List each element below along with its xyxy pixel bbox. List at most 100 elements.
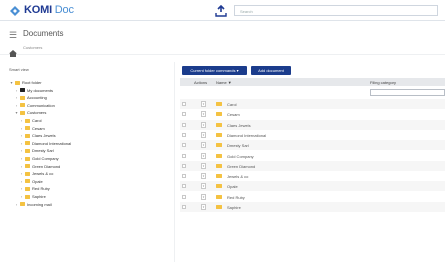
table-row[interactable]: ▾ Gold Company — [180, 150, 445, 161]
expand-icon[interactable]: › — [14, 202, 19, 207]
row-actions-button[interactable]: ▾ — [201, 193, 206, 200]
row-name-link[interactable]: Green Diamond — [227, 164, 255, 169]
row-actions-button[interactable]: ▾ — [201, 162, 206, 169]
row-actions-button[interactable]: ▾ — [201, 121, 206, 128]
row-actions-button[interactable]: ▾ — [201, 204, 206, 210]
tree-item[interactable]: › Red Ruby — [19, 185, 50, 192]
row-actions-button[interactable]: ▾ — [201, 152, 206, 159]
row-name-link[interactable]: Gold Company — [227, 154, 254, 159]
table-row[interactable]: ▾ Green Diamond — [180, 160, 445, 171]
breadcrumb[interactable]: Customers — [23, 45, 42, 50]
table-row[interactable]: ▾ Jewels & co — [180, 171, 445, 182]
row-checkbox[interactable] — [182, 184, 186, 189]
row-actions-button[interactable]: ▾ — [201, 142, 206, 149]
row-checkbox[interactable] — [182, 112, 186, 117]
row-actions-button[interactable]: ▾ — [201, 131, 206, 138]
upload-icon[interactable] — [215, 4, 227, 17]
logo-brand: KOMI — [24, 4, 52, 16]
folder-icon — [20, 202, 25, 207]
table-row[interactable]: ▾ Red Ruby — [180, 191, 445, 202]
expand-icon[interactable]: › — [19, 133, 24, 138]
table-row[interactable]: ▾ Dmesty Sarl — [180, 140, 445, 151]
row-checkbox[interactable] — [182, 143, 186, 148]
expand-icon[interactable]: › — [19, 164, 24, 169]
tree-item[interactable]: › Claes Jewels — [19, 132, 56, 139]
table-row[interactable]: ▾ Diamond International — [180, 129, 445, 140]
row-checkbox[interactable] — [182, 122, 186, 127]
tree-item[interactable]: › Green Diamond — [19, 163, 60, 170]
row-checkbox[interactable] — [182, 153, 186, 158]
row-actions-button[interactable]: ▾ — [201, 173, 206, 180]
tree-item[interactable]: › Communication — [14, 102, 55, 109]
tree-item[interactable]: › Carol — [19, 117, 42, 124]
folder-icon — [25, 148, 30, 153]
row-actions-button[interactable]: ▾ — [201, 183, 206, 190]
row-name-link[interactable]: Dmesty Sarl — [227, 143, 249, 148]
row-checkbox[interactable] — [182, 174, 186, 179]
tree-item[interactable]: ▾ Root folder — [9, 79, 42, 86]
expand-icon[interactable]: › — [19, 156, 24, 161]
folder-icon — [25, 179, 30, 184]
expand-icon[interactable]: › — [14, 103, 19, 108]
tree-item[interactable]: › My documents — [14, 87, 53, 94]
tree-item[interactable]: › Jewels & co — [19, 170, 54, 177]
row-checkbox[interactable] — [182, 102, 186, 106]
row-name-link[interactable]: Red Ruby — [227, 195, 245, 200]
tree-item[interactable]: › Saphire — [19, 193, 46, 200]
collapse-icon[interactable]: ▾ — [14, 110, 19, 115]
tree-item[interactable]: › Accounting — [14, 94, 47, 101]
tree-item[interactable]: › Dmesty Sarl — [19, 147, 54, 154]
row-actions-button[interactable]: ▾ — [201, 111, 206, 118]
tree-item[interactable]: › Gold Company — [19, 155, 59, 162]
row-checkbox[interactable] — [182, 163, 186, 168]
table-row[interactable]: ▾ Opale — [180, 181, 445, 192]
row-name-link[interactable]: Opale — [227, 184, 238, 189]
tree-item[interactable]: › Incoming mail — [14, 201, 52, 208]
expand-icon[interactable]: › — [14, 95, 19, 100]
tree-item-label: My documents — [27, 87, 54, 93]
tree-item[interactable]: › Opale — [19, 178, 43, 185]
expand-icon[interactable]: › — [19, 179, 24, 184]
add-document-button[interactable]: Add document — [251, 66, 291, 75]
row-actions-button[interactable]: ▾ — [201, 101, 206, 107]
expand-icon[interactable]: › — [19, 186, 24, 191]
expand-icon[interactable]: › — [19, 126, 24, 131]
search-input[interactable]: Search — [234, 5, 438, 16]
expand-icon[interactable]: › — [19, 171, 24, 176]
row-checkbox[interactable] — [182, 194, 186, 199]
expand-icon[interactable]: › — [19, 148, 24, 153]
menu-icon[interactable]: ☰ — [9, 30, 17, 41]
expand-icon[interactable]: › — [19, 118, 24, 123]
row-name-link[interactable]: Claes Jewels — [227, 123, 251, 128]
column-actions: Actions — [194, 80, 208, 85]
tree-item-label: Communication — [27, 102, 55, 108]
row-name-link[interactable]: Jewels & co — [227, 174, 248, 179]
tree-item[interactable]: ▾ Customers — [14, 109, 46, 116]
folder-tree-panel: Smart view ▾ Root folder › My documents › Acc… — [0, 62, 175, 262]
tree-item[interactable]: › Diamond International — [19, 140, 71, 147]
folder-icon — [216, 163, 222, 168]
tree-item[interactable]: › Cesam — [19, 125, 45, 132]
folder-icon — [25, 133, 30, 138]
table-row[interactable]: ▾ Cesam — [180, 109, 445, 120]
row-name-link[interactable]: Cesam — [227, 112, 240, 117]
table-row[interactable]: ▾ Saphire — [180, 202, 445, 212]
tree-item-label: Root folder — [22, 80, 42, 85]
row-checkbox[interactable] — [182, 205, 186, 209]
home-icon[interactable] — [9, 44, 17, 57]
collapse-icon[interactable]: ▾ — [9, 80, 14, 85]
app-logo[interactable]: KOMI Doc — [9, 4, 74, 16]
row-name-link[interactable]: Diamond International — [227, 133, 266, 138]
expand-icon[interactable]: › — [19, 141, 24, 146]
table-row[interactable]: ▾ Claes Jewels — [180, 119, 445, 130]
column-name[interactable]: Name ▼ — [216, 80, 232, 85]
row-checkbox[interactable] — [182, 132, 186, 137]
filing-category-filter-input[interactable] — [370, 89, 445, 96]
expand-icon[interactable]: › — [14, 88, 19, 93]
column-filing-category[interactable]: Filing category — [370, 80, 396, 85]
row-name-link[interactable]: Saphire — [227, 205, 241, 210]
table-row[interactable]: ▾ Carol — [180, 99, 445, 109]
current-folder-commands-button[interactable]: Current folder commands ▾ — [182, 66, 247, 75]
row-name-link[interactable]: Carol — [227, 102, 237, 107]
expand-icon[interactable]: › — [19, 194, 24, 199]
